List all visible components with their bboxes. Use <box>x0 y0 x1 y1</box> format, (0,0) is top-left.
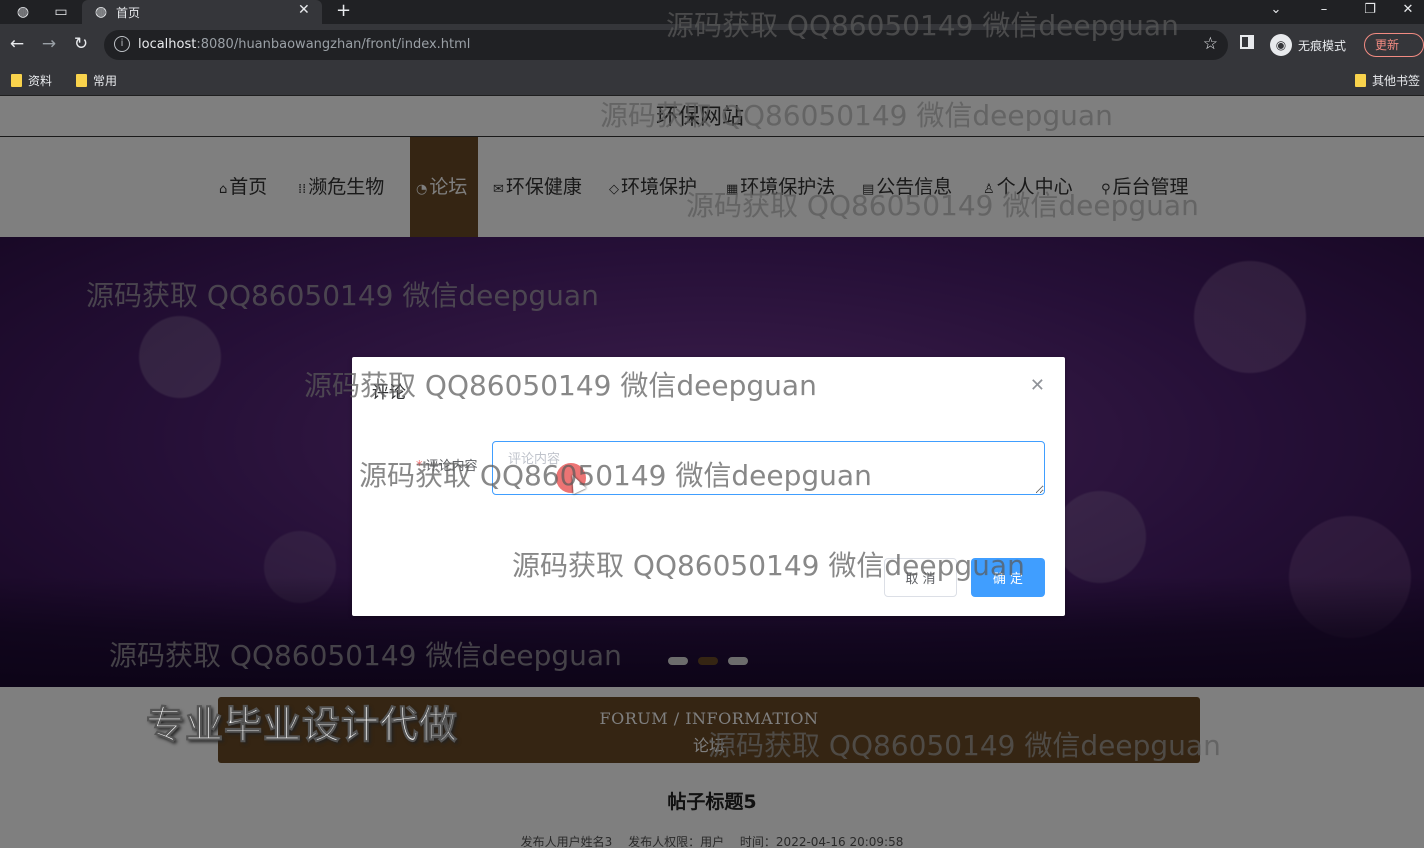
back-icon[interactable]: ← <box>6 34 28 54</box>
url-path: :8080/huanbaowangzhan/front/index.html <box>196 37 471 52</box>
bookmark-item[interactable]: 资料 <box>11 72 52 89</box>
minimize-icon[interactable]: – <box>1314 2 1334 17</box>
folder-icon <box>1355 74 1366 87</box>
bookmarks-bar: 资料 常用 其他书签 <box>0 66 1424 96</box>
tab-close-icon[interactable]: ✕ <box>298 2 310 18</box>
folder-icon <box>76 74 87 87</box>
address-bar[interactable]: i localhost:8080/huanbaowangzhan/front/i… <box>104 30 1228 60</box>
required-mark: * <box>416 459 423 474</box>
folder-icon <box>11 74 22 87</box>
other-bookmarks[interactable]: 其他书签 <box>1355 72 1420 89</box>
comment-dialog: 评论 ✕ *评论内容 取 消 确 定 <box>352 357 1065 616</box>
dialog-title: 评论 <box>372 383 406 403</box>
bookmark-label: 常用 <box>93 74 118 88</box>
tab-title: 首页 <box>116 6 141 20</box>
window-icon[interactable]: ▭ <box>52 3 70 21</box>
page-content: 环保网站 ⌂首页 ⁞⁞濒危生物 ◔论坛 ✉环保健康 ◇环境保护 ▦环境保护法 ▤… <box>0 96 1424 848</box>
restore-icon[interactable]: ❐ <box>1360 2 1380 17</box>
update-button[interactable]: 更新 <box>1364 33 1424 57</box>
forward-icon[interactable]: → <box>38 34 60 54</box>
tab-globe-icon: ◍ <box>94 4 108 20</box>
side-panel-icon[interactable] <box>1240 35 1254 49</box>
info-icon[interactable]: i <box>114 36 130 52</box>
bookmark-item[interactable]: 常用 <box>76 72 117 89</box>
comment-label: * 评论内容 <box>416 455 478 474</box>
globe-icon[interactable]: ◍ <box>14 3 32 21</box>
bookmark-star-icon[interactable]: ☆ <box>1203 34 1218 54</box>
incognito-icon: ◉ <box>1270 34 1292 56</box>
chevron-down-icon[interactable]: ⌄ <box>1266 2 1286 17</box>
slogan-overlay: 专业毕业设计代做 <box>145 703 459 748</box>
incognito-indicator[interactable]: ◉ 无痕模式 <box>1270 34 1346 56</box>
bookmark-label: 资料 <box>28 74 53 88</box>
comment-label-text: 评论内容 <box>425 459 478 474</box>
browser-toolbar: ← → ↻ i localhost:8080/huanbaowangzhan/f… <box>0 24 1424 66</box>
reload-icon[interactable]: ↻ <box>70 34 92 54</box>
close-icon[interactable]: ✕ <box>1030 375 1045 396</box>
confirm-button[interactable]: 确 定 <box>971 558 1045 597</box>
url-text[interactable]: localhost:8080/huanbaowangzhan/front/ind… <box>138 37 470 52</box>
bookmark-label: 其他书签 <box>1372 74 1421 88</box>
cancel-button[interactable]: 取 消 <box>884 558 957 597</box>
window-close-icon[interactable]: ✕ <box>1398 2 1418 17</box>
browser-tab-strip: ◍ ▭ ◍ 首页 ✕ + ⌄ – ❐ ✕ <box>0 0 1424 24</box>
new-tab-icon[interactable]: + <box>336 0 351 21</box>
url-host: localhost <box>138 37 197 52</box>
incognito-label: 无痕模式 <box>1298 38 1347 53</box>
